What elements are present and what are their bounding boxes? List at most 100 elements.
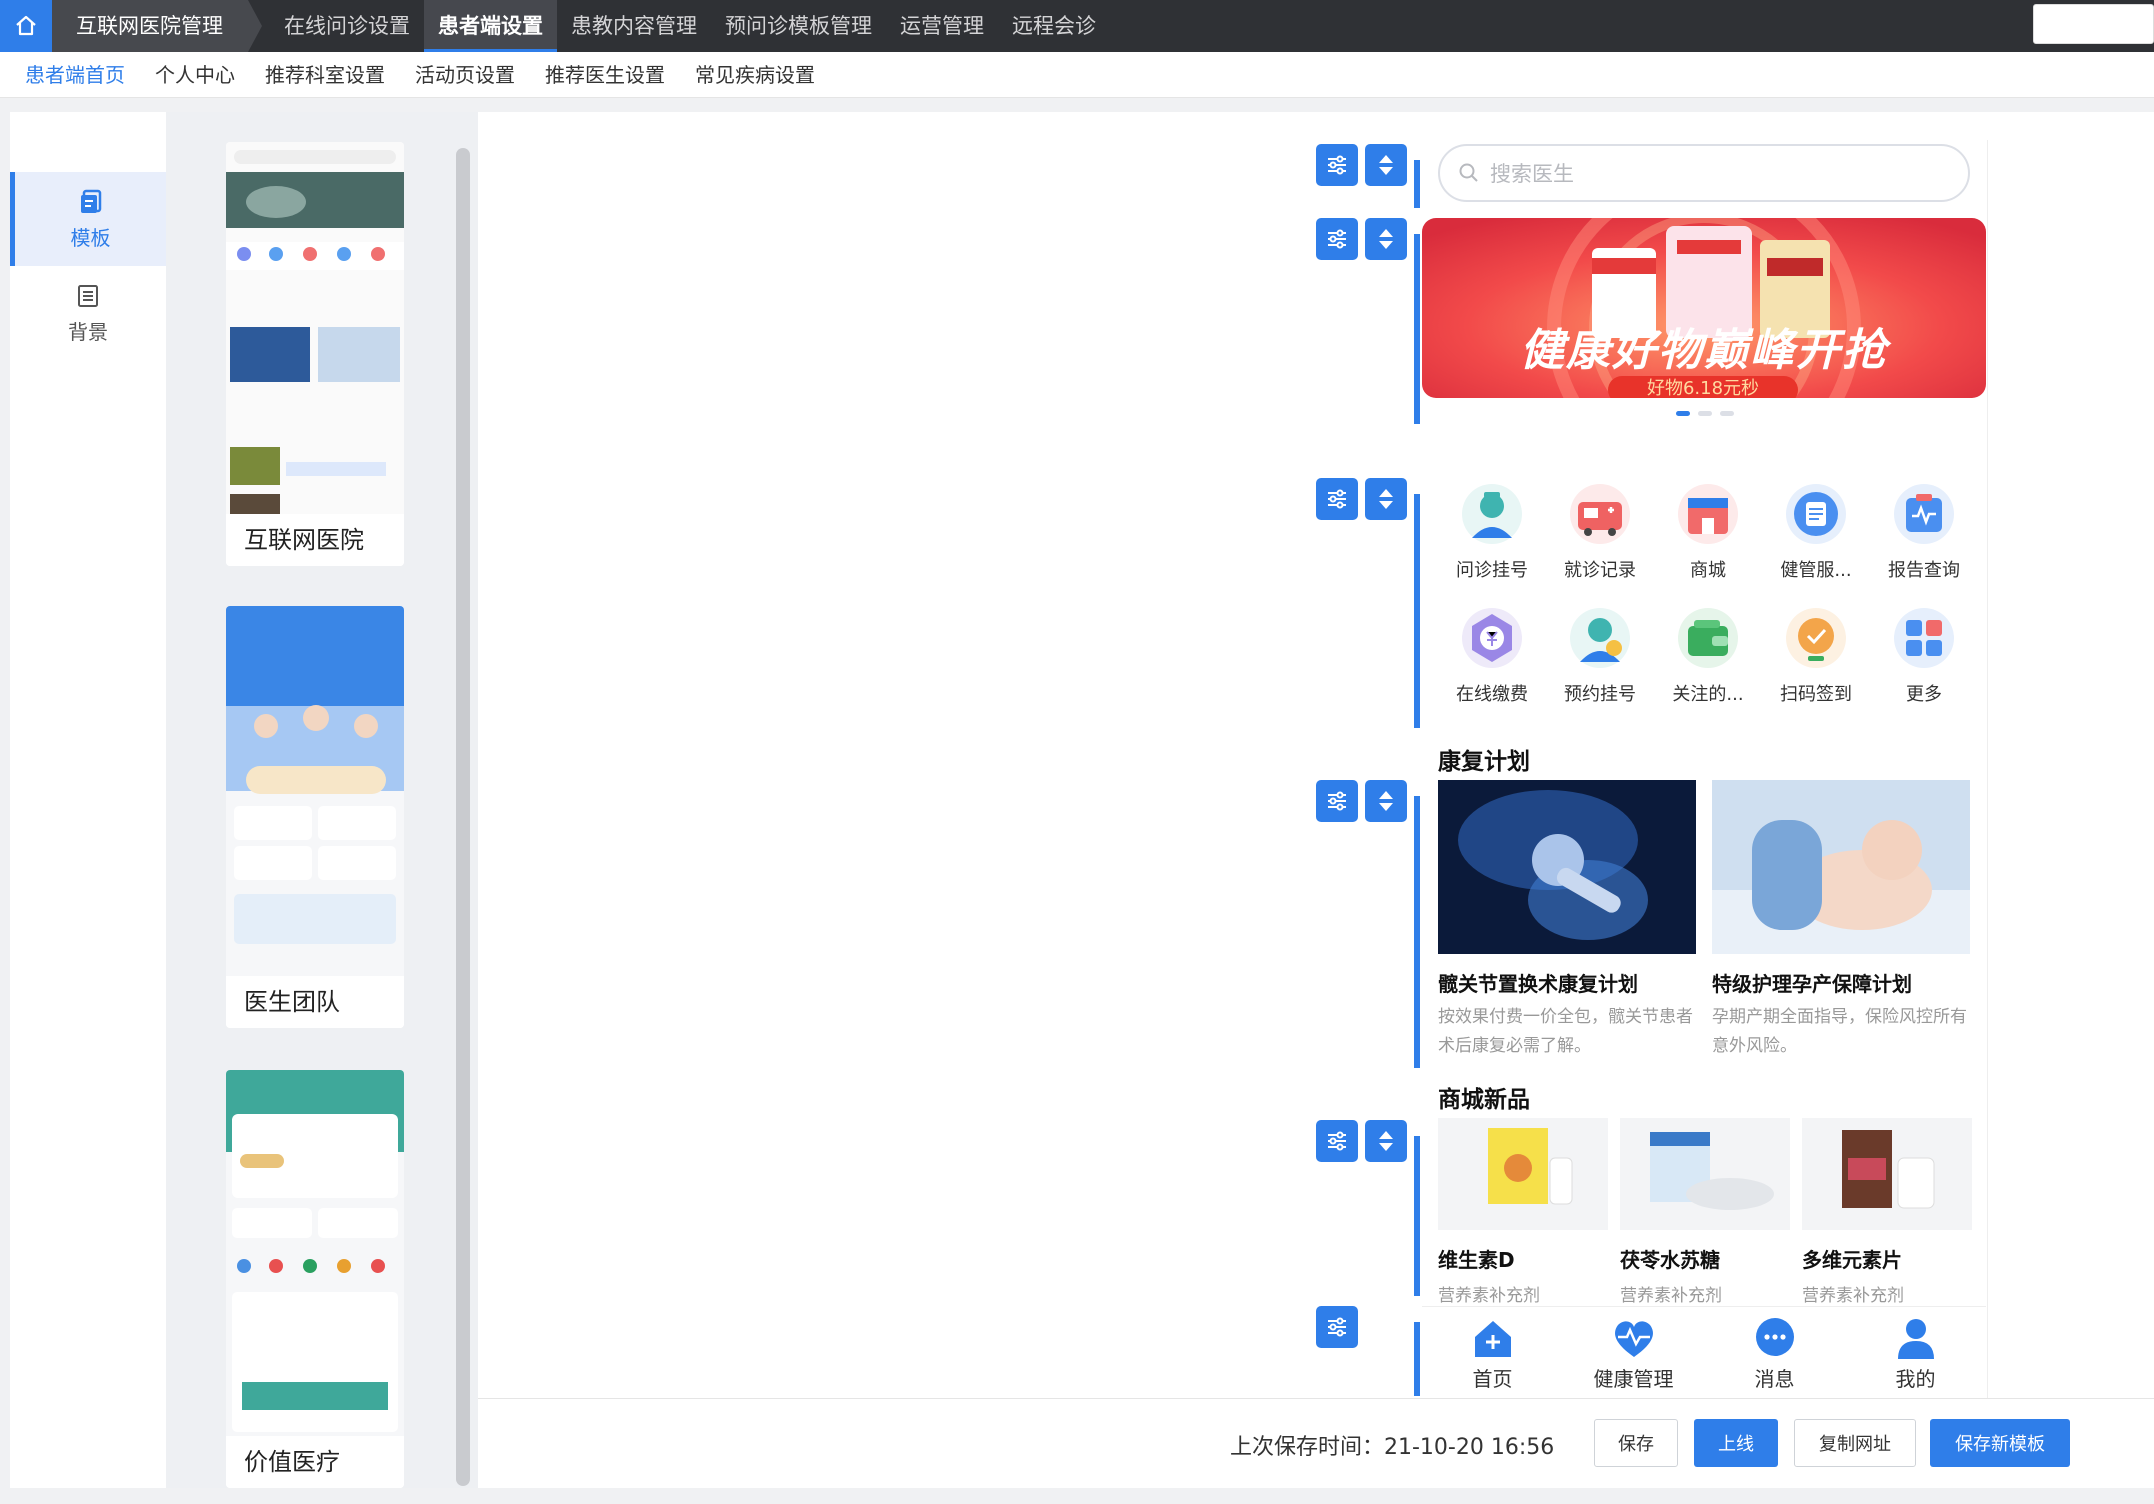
doctor-search-input[interactable]: 搜索医生	[1438, 144, 1970, 202]
promo-banner[interactable]: 健康好物巅峰开抢 好物6.18元秒	[1422, 218, 1986, 398]
reorder-button[interactable]	[1365, 780, 1407, 822]
feature-more[interactable]: 更多	[1870, 602, 1978, 706]
segment-marker	[1414, 160, 1420, 208]
product-image	[1620, 1118, 1790, 1230]
tab-education-content[interactable]: 患教内容管理	[557, 0, 711, 52]
rehab-card[interactable]: 髋关节置换术康复计划 按效果付费一价全包，髋关节患者术后康复必需了解。	[1438, 780, 1696, 1061]
product-card[interactable]: 茯苓水苏糖 营养素补充剂	[1620, 1118, 1790, 1306]
feature-online-payment[interactable]: 在线缴费	[1438, 602, 1546, 706]
feature-label: 扫码签到	[1780, 684, 1852, 705]
sub-nav: 患者端首页 个人中心 推荐科室设置 活动页设置 推荐医生设置 常见疾病设置	[0, 52, 2154, 98]
product-card[interactable]: 维生素D 营养素补充剂	[1438, 1118, 1608, 1306]
settings-button[interactable]	[1316, 478, 1358, 520]
subnav-recommended-doctors[interactable]: 推荐医生设置	[530, 52, 680, 97]
grid-icon	[1894, 608, 1954, 668]
sort-arrows-icon	[1379, 1131, 1393, 1151]
reorder-button[interactable]	[1365, 478, 1407, 520]
product-card[interactable]: 多维元素片 营养素补充剂	[1802, 1118, 1972, 1306]
settings-button[interactable]	[1316, 780, 1358, 822]
carousel-dot[interactable]	[1698, 411, 1712, 416]
report-icon	[1894, 484, 1954, 544]
top-search-input[interactable]	[2033, 4, 2154, 44]
template-list: 互联网医院 医生团队 价值医疗	[166, 112, 478, 1488]
tabbar-me[interactable]: 我的	[1845, 1307, 1986, 1396]
product-image	[1802, 1118, 1972, 1230]
product-image	[1438, 1118, 1608, 1230]
app-title[interactable]: 互联网医院管理	[52, 0, 262, 52]
template-preview-image	[226, 142, 404, 514]
last-save-time: 上次保存时间：21-10-20 16:56	[1230, 1435, 1555, 1460]
sliders-icon	[1328, 489, 1346, 509]
template-card[interactable]: 互联网医院	[226, 142, 404, 566]
template-scrollbar[interactable]	[456, 148, 470, 1486]
baby-care-image	[1712, 780, 1970, 954]
template-preview-image	[226, 1070, 404, 1436]
tab-consult-settings[interactable]: 在线问诊设置	[270, 0, 424, 52]
settings-button[interactable]	[1316, 1306, 1358, 1348]
feature-scan-checkin[interactable]: 扫码签到	[1762, 602, 1870, 706]
template-card[interactable]: 价值医疗	[226, 1070, 404, 1488]
segment-marker	[1414, 796, 1420, 1068]
rehab-card[interactable]: 特级护理孕产保障计划 孕期产期全面指导，保险风控所有意外风险。	[1712, 780, 1970, 1061]
feature-store[interactable]: 商城	[1654, 478, 1762, 582]
tabbar-messages[interactable]: 消息	[1704, 1307, 1845, 1396]
products-section-title: 商城新品	[1438, 1087, 1530, 1113]
feature-appointment[interactable]: 预约挂号	[1546, 602, 1654, 706]
template-card[interactable]: 医生团队	[226, 606, 404, 1028]
heart-pulse-icon	[1614, 1321, 1653, 1357]
feature-label: 就诊记录	[1564, 560, 1636, 581]
feature-health-service[interactable]: 健管服...	[1762, 478, 1870, 582]
publish-button[interactable]: 上线	[1694, 1419, 1778, 1467]
save-button[interactable]: 保存	[1594, 1419, 1678, 1467]
hip-xray-image	[1438, 780, 1696, 954]
feature-label: 预约挂号	[1564, 684, 1636, 705]
segment-marker	[1414, 234, 1420, 424]
feature-consult-register[interactable]: 问诊挂号	[1438, 478, 1546, 582]
segment-marker	[1414, 1136, 1420, 1296]
editor-footer: 上次保存时间：21-10-20 16:56 保存 上线 复制网址 保存新模板	[478, 1398, 2154, 1488]
settings-button[interactable]	[1316, 218, 1358, 260]
reorder-button[interactable]	[1365, 1120, 1407, 1162]
tab-remote-consult[interactable]: 远程会诊	[998, 0, 1110, 52]
feature-label: 健管服...	[1780, 560, 1852, 581]
vtab-background[interactable]: 背景	[10, 266, 166, 360]
home-icon	[1474, 1321, 1511, 1357]
tabbar-health[interactable]: 健康管理	[1563, 1307, 1704, 1396]
settings-button[interactable]	[1316, 1120, 1358, 1162]
product-desc: 营养素补充剂	[1438, 1286, 1540, 1306]
subnav-recommended-depts[interactable]: 推荐科室设置	[250, 52, 400, 97]
ambulance-icon	[1570, 484, 1630, 544]
tabbar-home[interactable]: 首页	[1422, 1307, 1563, 1396]
vtab-template[interactable]: 模板	[10, 172, 166, 266]
subnav-activity-pages[interactable]: 活动页设置	[400, 52, 530, 97]
reorder-button[interactable]	[1365, 218, 1407, 260]
rehab-title: 髋关节置换术康复计划	[1438, 972, 1638, 996]
segment-marker	[1414, 1322, 1420, 1396]
feature-followed[interactable]: 关注的...	[1654, 602, 1762, 706]
carousel-dots	[1676, 411, 1734, 416]
copy-url-button[interactable]: 复制网址	[1794, 1419, 1916, 1467]
home-icon	[16, 15, 36, 36]
tab-preconsult-templates[interactable]: 预问诊模板管理	[711, 0, 886, 52]
feature-visit-records[interactable]: 就诊记录	[1546, 478, 1654, 582]
home-button[interactable]	[0, 0, 52, 52]
save-as-template-button[interactable]: 保存新模板	[1930, 1419, 2070, 1467]
carousel-dot[interactable]	[1676, 411, 1690, 416]
template-icon	[80, 189, 101, 213]
carousel-dot[interactable]	[1720, 411, 1734, 416]
sort-arrows-icon	[1379, 155, 1393, 175]
segment-controls	[1316, 1120, 1407, 1162]
subnav-patient-home[interactable]: 患者端首页	[10, 52, 140, 97]
tab-operations[interactable]: 运营管理	[886, 0, 998, 52]
subnav-common-diseases[interactable]: 常见疾病设置	[680, 52, 830, 97]
rehab-title: 特级护理孕产保障计划	[1712, 972, 1912, 996]
checkin-icon	[1786, 608, 1846, 668]
appointment-icon	[1570, 608, 1630, 668]
sort-arrows-icon	[1379, 791, 1393, 811]
feature-report-query[interactable]: 报告查询	[1870, 478, 1978, 582]
reorder-button[interactable]	[1365, 144, 1407, 186]
subnav-personal-center[interactable]: 个人中心	[140, 52, 250, 97]
segment-marker	[1414, 494, 1420, 728]
tab-patient-settings[interactable]: 患者端设置	[424, 0, 557, 52]
settings-button[interactable]	[1316, 144, 1358, 186]
